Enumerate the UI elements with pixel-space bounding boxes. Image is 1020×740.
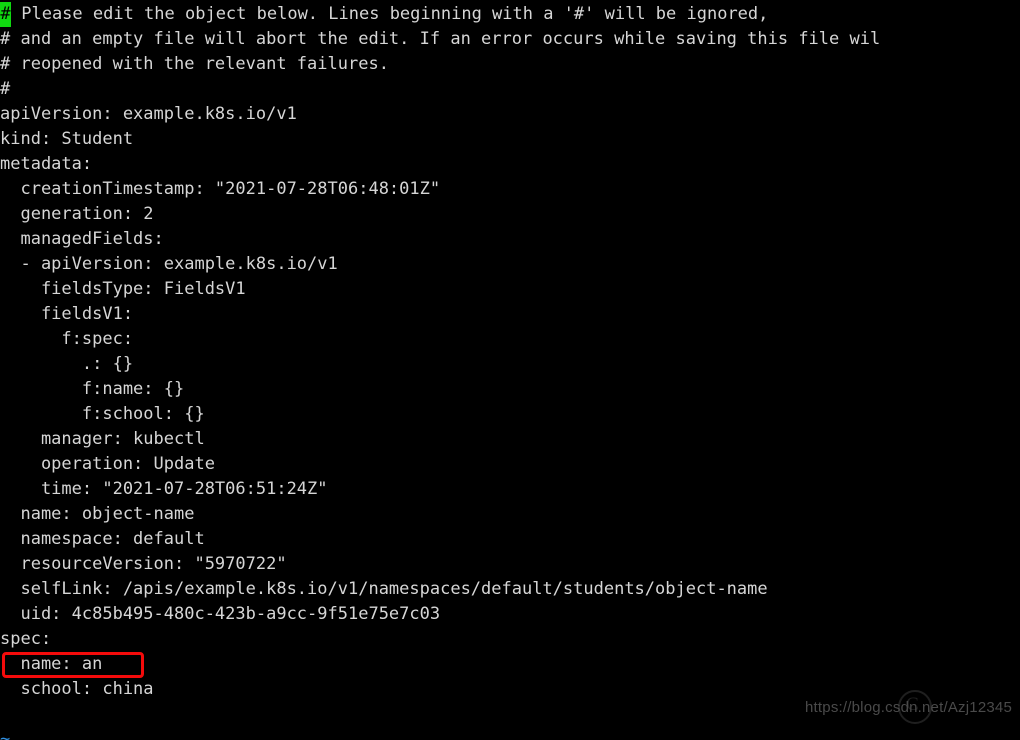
block-cursor: # [0, 2, 11, 27]
editor-line-comment-3[interactable]: # reopened with the relevant failures. [0, 52, 1020, 77]
editor-line-mf-f-spec[interactable]: f:spec: [0, 327, 1020, 352]
editor-line-comment-2[interactable]: # and an empty file will abort the edit.… [0, 27, 1020, 52]
editor-line-generation[interactable]: generation: 2 [0, 202, 1020, 227]
editor-line-text: Please edit the object below. Lines begi… [11, 4, 769, 24]
editor-line-comment-4[interactable]: # [0, 77, 1020, 102]
editor-line-mf-f-school[interactable]: f:school: {} [0, 402, 1020, 427]
editor-line-managedFields[interactable]: managedFields: [0, 227, 1020, 252]
editor-line-tilde-1[interactable]: ~ [0, 727, 1020, 740]
editor-line-mf-f-name[interactable]: f:name: {} [0, 377, 1020, 402]
editor-line-metadata[interactable]: metadata: [0, 152, 1020, 177]
editor-line-comment-1[interactable]: # Please edit the object below. Lines be… [0, 2, 1020, 27]
editor-line-namespace[interactable]: namespace: default [0, 527, 1020, 552]
editor-line-apiVersion[interactable]: apiVersion: example.k8s.io/v1 [0, 102, 1020, 127]
editor-line-creationTimestamp[interactable]: creationTimestamp: "2021-07-28T06:48:01Z… [0, 177, 1020, 202]
terminal-window[interactable]: # Please edit the object below. Lines be… [0, 0, 1020, 740]
editor-line-selfLink[interactable]: selfLink: /apis/example.k8s.io/v1/namesp… [0, 577, 1020, 602]
editor-line-kind[interactable]: kind: Student [0, 127, 1020, 152]
editor-line-name[interactable]: name: object-name [0, 502, 1020, 527]
editor-line-mf-manager[interactable]: manager: kubectl [0, 427, 1020, 452]
editor-line-mf-apiVersion[interactable]: - apiVersion: example.k8s.io/v1 [0, 252, 1020, 277]
editor-line-mf-f-dot[interactable]: .: {} [0, 352, 1020, 377]
editor-line-mf-time[interactable]: time: "2021-07-28T06:51:24Z" [0, 477, 1020, 502]
editor-line-spec-name[interactable]: name: an [0, 652, 1020, 677]
editor-text-area[interactable]: # Please edit the object below. Lines be… [0, 2, 1020, 740]
watermark-text: https://blog.csdn.net/Azj12345 [805, 699, 1012, 716]
editor-line-uid[interactable]: uid: 4c85b495-480c-423b-a9cc-9f51e75e7c0… [0, 602, 1020, 627]
editor-line-mf-fieldsType[interactable]: fieldsType: FieldsV1 [0, 277, 1020, 302]
editor-line-resourceVersion[interactable]: resourceVersion: "5970722" [0, 552, 1020, 577]
editor-line-mf-operation[interactable]: operation: Update [0, 452, 1020, 477]
editor-line-mf-fieldsV1[interactable]: fieldsV1: [0, 302, 1020, 327]
editor-line-spec[interactable]: spec: [0, 627, 1020, 652]
